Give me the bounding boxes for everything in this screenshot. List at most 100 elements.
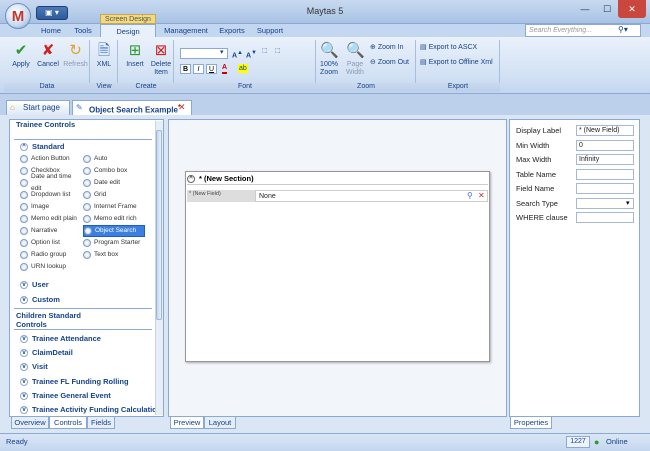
tab-object-search-example[interactable]: ✎ Object Search Example* [72, 100, 192, 115]
underline-button[interactable]: U [206, 64, 217, 74]
dropdown-arrow-icon[interactable]: ▾ [626, 199, 630, 207]
control-icon [20, 239, 28, 247]
control-combo-box[interactable]: Combo box [83, 165, 145, 177]
tab-layout[interactable]: Layout [204, 416, 236, 429]
control-memo-edit-rich[interactable]: Memo edit rich [83, 213, 145, 225]
control-icon [83, 239, 91, 247]
home-icon: ⌂ [10, 103, 15, 112]
control-internet-frame[interactable]: Internet Frame [83, 201, 145, 213]
control-icon [20, 167, 28, 175]
control-icon [20, 227, 28, 235]
shrink-font-button[interactable]: A▼ [246, 48, 257, 61]
format2-icon[interactable]: ⬚ [275, 46, 281, 56]
insert-button[interactable]: ⊞ Insert [122, 42, 148, 69]
format-icon[interactable]: ⬚ [262, 46, 268, 56]
bold-button[interactable]: B [180, 64, 191, 74]
divider [14, 139, 152, 140]
scrollbar-thumb[interactable] [156, 130, 162, 320]
tab-home[interactable]: Home [36, 24, 66, 37]
zoom-out-button[interactable]: ⊖ Zoom Out [370, 58, 409, 68]
export-offline-xml-button[interactable]: ▤ Export to Offline Xml [420, 58, 493, 68]
tab-tools[interactable]: Tools [68, 24, 98, 37]
clear-icon[interactable]: ✕ [478, 191, 485, 200]
control-image[interactable]: Image [20, 201, 82, 213]
custom-section-header[interactable]: v Custom [20, 295, 60, 305]
prop-label-field-name: Field Name [516, 184, 555, 193]
control-memo-edit-plain[interactable]: Memo edit plain [20, 213, 82, 225]
minimize-icon[interactable]: — [574, 0, 596, 18]
close-tab-icon[interactable]: ✕ [178, 102, 186, 113]
control-object-search[interactable]: Object Search [83, 225, 145, 237]
control-action-button[interactable]: Action Button [20, 153, 82, 165]
standard-section-header[interactable]: ^ Standard [20, 142, 65, 152]
tab-preview[interactable]: Preview [170, 416, 204, 429]
app-logo-icon[interactable]: M [5, 3, 31, 29]
refresh-button[interactable]: ↻ Refresh [62, 42, 89, 69]
tab-overview[interactable]: Overview [11, 416, 49, 429]
zoom-100-button[interactable]: 🔍 100% Zoom [316, 42, 342, 77]
control-date-time-edit[interactable]: Date and time edit [20, 173, 82, 192]
control-icon [83, 191, 91, 199]
display-label-input[interactable]: * (New Field) [576, 125, 634, 136]
child-trainee-general-event[interactable]: v Trainee General Event [20, 391, 111, 401]
online-status-icon: ● [594, 437, 600, 447]
xml-document-icon: 🗎 [97, 42, 111, 59]
tab-management[interactable]: Management [158, 24, 214, 37]
control-auto[interactable]: Auto [83, 153, 145, 165]
group-label-view: View [90, 83, 118, 92]
search-icon[interactable]: ⚲ [467, 191, 473, 200]
grow-font-button[interactable]: A▲ [232, 48, 243, 61]
export-ascx-button[interactable]: ▤ Export to ASCX [420, 43, 477, 53]
page-magnifier-icon: 🔍 [346, 42, 365, 59]
page-width-button[interactable]: 🔍 Page Width [342, 42, 368, 77]
user-section-header[interactable]: v User [20, 280, 49, 290]
control-option-list[interactable]: Option list [20, 237, 82, 249]
chevron-down-icon: v [20, 296, 28, 305]
control-date-edit[interactable]: Date edit [83, 177, 145, 189]
table-name-input[interactable] [576, 169, 634, 180]
control-grid[interactable]: Grid [83, 189, 145, 201]
tab-support[interactable]: Support [252, 24, 288, 37]
control-icon [83, 215, 91, 223]
child-trainee-fl-funding-rolling[interactable]: v Trainee FL Funding Rolling [20, 377, 129, 387]
chevron-down-icon: v [20, 349, 28, 358]
control-urn-lookup[interactable]: URN lookup [20, 261, 82, 273]
refresh-icon: ↻ [69, 42, 82, 59]
italic-button[interactable]: I [193, 64, 204, 74]
max-width-input[interactable]: Infinity [576, 154, 634, 165]
tab-properties[interactable]: Properties [510, 416, 552, 429]
child-trainee-attendance[interactable]: v Trainee Attendance [20, 334, 101, 344]
tab-design[interactable]: Design [100, 24, 156, 37]
zoom-in-button[interactable]: ⊕ Zoom In [370, 43, 404, 53]
object-search-field[interactable]: None [255, 190, 488, 202]
tab-start-page[interactable]: ⌂ Start page [6, 100, 70, 115]
tab-fields[interactable]: Fields [87, 416, 115, 429]
maximize-icon[interactable]: ☐ [596, 0, 618, 18]
search-icon[interactable]: ⚲▾ [618, 25, 628, 34]
control-narrative[interactable]: Narrative [20, 225, 82, 237]
control-program-starter[interactable]: Program Starter [83, 237, 145, 249]
where-clause-input[interactable] [576, 212, 634, 223]
chevron-down-icon: v [20, 281, 28, 290]
tab-exports[interactable]: Exports [214, 24, 250, 37]
section-header[interactable]: ^ * (New Section) [187, 174, 254, 184]
controls-column-2: Auto Combo box Date edit Grid Internet F… [83, 153, 145, 261]
status-text: Ready [6, 437, 28, 446]
xml-button[interactable]: 🗎 XML [92, 42, 116, 69]
delete-item-button[interactable]: ⊠ Delete Item [148, 42, 174, 77]
cancel-button[interactable]: ✘ Cancel [35, 42, 61, 69]
trainee-controls-title: Trainee Controls [16, 120, 76, 129]
apply-button[interactable]: ✔ Apply [9, 42, 33, 69]
chevron-down-icon: v [20, 363, 28, 372]
tab-controls[interactable]: Controls [49, 416, 87, 429]
child-trainee-activity-funding-calc[interactable]: v Trainee Activity Funding Calculation [20, 405, 161, 415]
field-name-input[interactable] [576, 183, 634, 194]
control-radio-group[interactable]: Radio group [20, 249, 82, 261]
close-window-icon[interactable]: ✕ [618, 0, 646, 18]
font-color-button[interactable]: A [222, 64, 228, 74]
control-text-box[interactable]: Text box [83, 249, 145, 261]
child-visit[interactable]: v Visit [20, 362, 48, 372]
child-claim-detail[interactable]: v ClaimDetail [20, 348, 73, 358]
min-width-input[interactable]: 0 [576, 140, 634, 151]
highlight-button[interactable]: ab [238, 64, 248, 73]
